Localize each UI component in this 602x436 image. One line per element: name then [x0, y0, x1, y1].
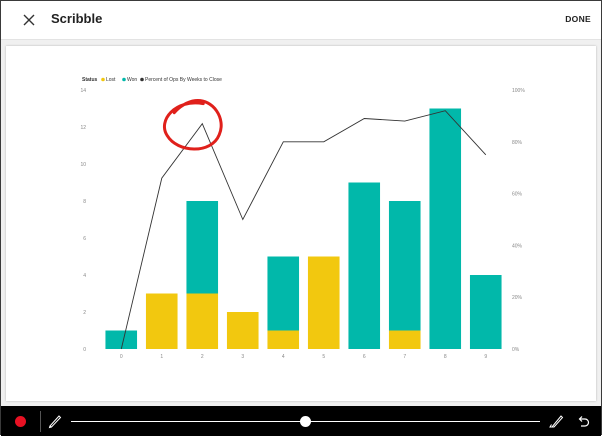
done-button[interactable]: DONE [565, 14, 591, 24]
ink-toolbar [1, 406, 601, 436]
y-left-tick-label: 8 [83, 199, 86, 205]
legend-label-lost: Lost [106, 77, 116, 83]
scribble-canvas[interactable]: Status Lost Won Percent of Ops By Weeks to … [1, 39, 601, 406]
y-right-tick-label: 40% [512, 243, 523, 249]
y-right-tick-label: 80% [512, 140, 523, 146]
y-left-tick-label: 10 [80, 162, 86, 168]
bar-won-9 [469, 275, 502, 349]
bar-won-2 [186, 201, 219, 294]
x-tick-label: 8 [444, 354, 447, 360]
chart-card: Status Lost Won Percent of Ops By Weeks to … [6, 46, 596, 401]
bar-lost-3 [226, 312, 259, 349]
legend-marker-won [122, 77, 126, 82]
eraser-icon[interactable] [548, 413, 564, 429]
toolbar-divider [40, 411, 41, 432]
y-left-tick-label: 2 [83, 310, 86, 316]
slider-thumb[interactable] [300, 416, 311, 427]
y-left-tick-label: 4 [83, 273, 86, 279]
bar-lost-1 [145, 293, 178, 349]
x-tick-label: 7 [403, 354, 406, 360]
scribble-window: Scribble DONE Status Lost Won Percent of Op… [0, 0, 602, 436]
legend-title: Status [82, 77, 98, 83]
x-tick-label: 2 [201, 354, 204, 360]
bar-lost-7 [388, 330, 421, 349]
x-tick-label: 5 [322, 354, 325, 360]
y-left-tick-label: 12 [80, 125, 86, 131]
close-icon[interactable] [20, 11, 38, 29]
x-tick-label: 0 [120, 354, 123, 360]
record-dot-icon[interactable] [15, 416, 26, 427]
y-left-tick-label: 14 [80, 88, 86, 94]
combo-chart: Status Lost Won Percent of Ops By Weeks to … [80, 77, 525, 360]
legend-marker-line [140, 77, 144, 82]
x-tick-label: 3 [241, 354, 244, 360]
x-tick-label: 4 [282, 354, 285, 360]
y-right-tick-label: 0% [512, 347, 520, 353]
legend-marker-lost [101, 77, 105, 82]
bar-lost-4 [267, 330, 300, 349]
y-right-tick-label: 60% [512, 192, 523, 198]
y-left-tick-label: 6 [83, 236, 86, 242]
bar-won-6 [348, 182, 381, 349]
x-tick-label: 6 [363, 354, 366, 360]
bar-won-0 [105, 330, 138, 349]
y-right-tick-label: 20% [512, 295, 523, 301]
bar-lost-2 [186, 293, 219, 349]
page-title: Scribble [51, 11, 103, 26]
undo-icon[interactable] [575, 413, 591, 429]
bar-lost-5 [307, 256, 340, 349]
y-right-tick-label: 100% [512, 88, 525, 94]
pen-icon[interactable] [47, 413, 63, 429]
bar-won-4 [267, 256, 300, 331]
x-tick-label: 9 [484, 354, 487, 360]
legend-label-won: Won [127, 77, 137, 83]
header-bar: Scribble DONE [1, 1, 601, 39]
bar-won-7 [388, 201, 421, 331]
legend-label-line: Percent of Ops By Weeks to Close [145, 77, 222, 83]
x-tick-label: 1 [160, 354, 163, 360]
bar-won-8 [429, 108, 462, 349]
y-left-tick-label: 0 [83, 347, 86, 353]
scribble-annotation [163, 99, 223, 151]
